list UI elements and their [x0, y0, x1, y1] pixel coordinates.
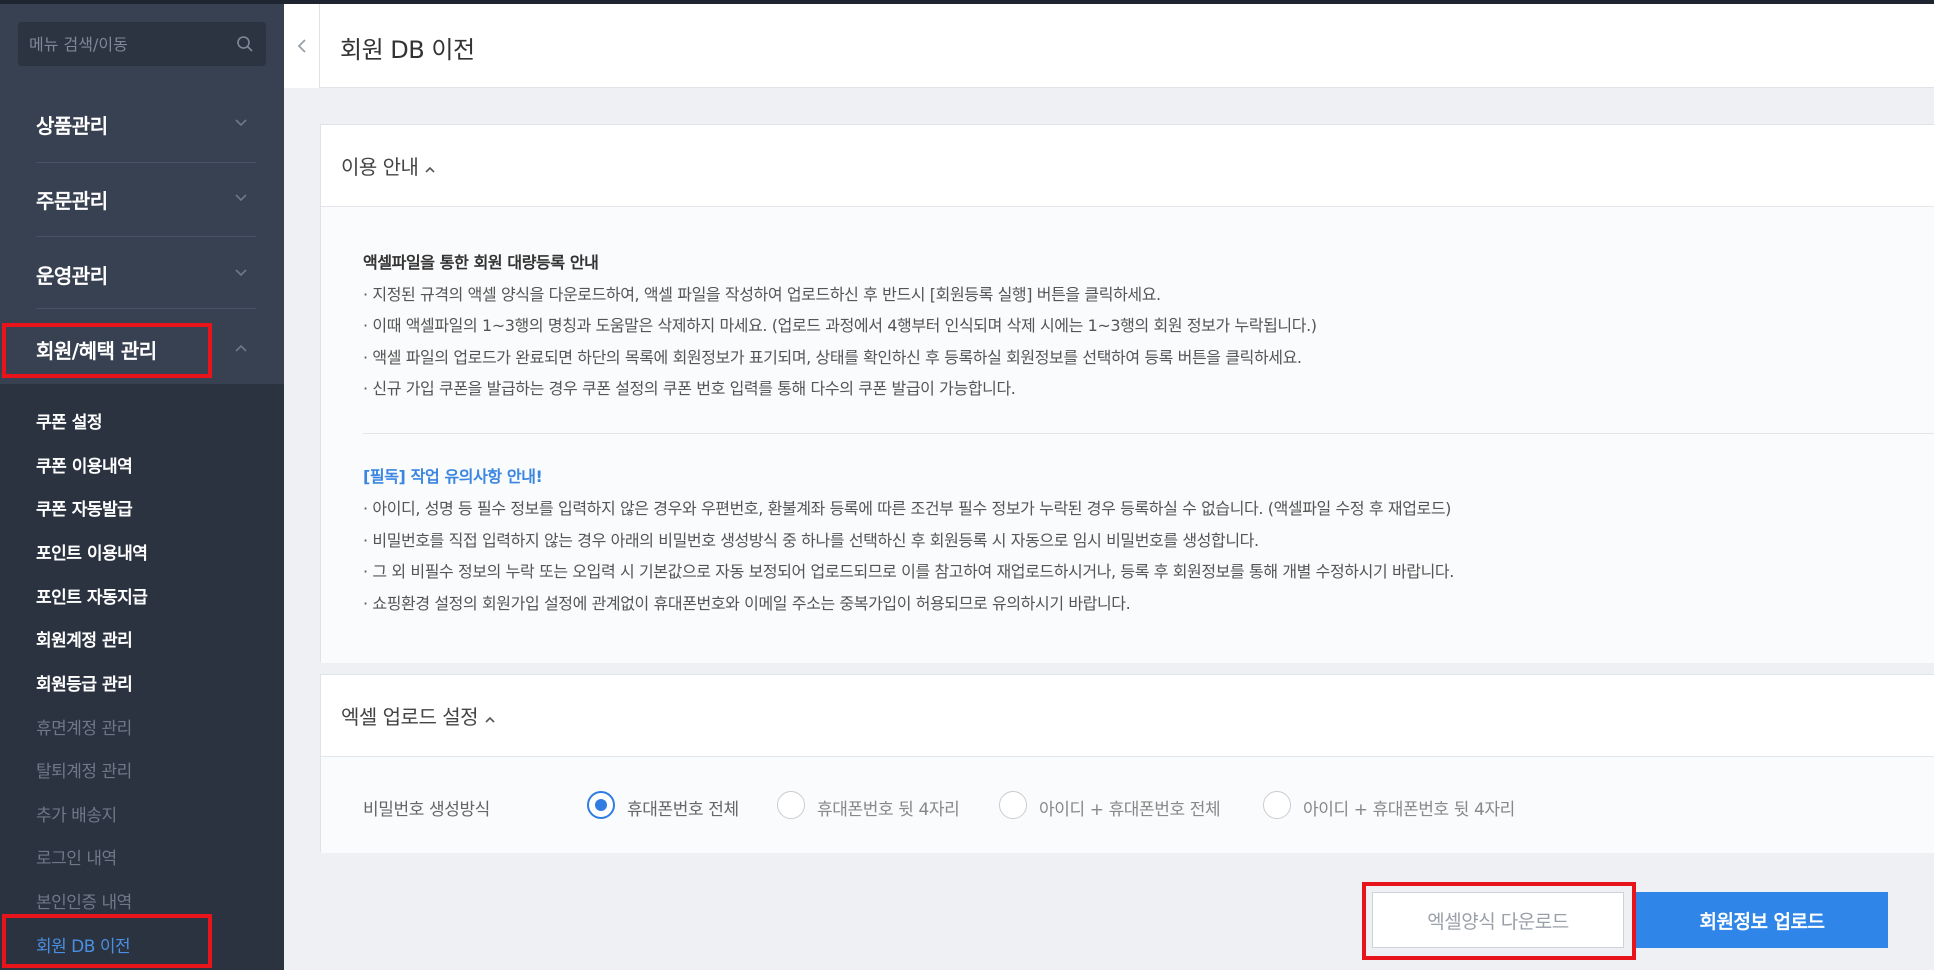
caret-up-icon: [485, 716, 495, 723]
highlight-box: [2, 323, 212, 378]
excel-upload-settings-panel: 엑셀 업로드 설정 비밀번호 생성방식 휴대폰번호 전체 휴대폰번호 뒷 4자리…: [320, 674, 1934, 853]
submenu-coupon-settings[interactable]: 쿠폰 설정: [36, 408, 102, 433]
submenu-verification-history[interactable]: 본인인증 내역: [36, 888, 132, 913]
submenu-login-history[interactable]: 로그인 내역: [36, 844, 117, 869]
notice-line: · 쇼핑환경 설정의 회원가입 설정에 관계없이 휴대폰번호와 이메일 주소는 …: [363, 594, 1131, 613]
page-title: 회원 DB 이전: [340, 36, 475, 64]
excel-upload-settings-header[interactable]: 엑셀 업로드 설정: [321, 675, 1934, 757]
menu-divider: [36, 308, 256, 309]
submenu-member-grades[interactable]: 회원등급 관리: [36, 670, 133, 695]
page-header: 회원 DB 이전: [284, 4, 1934, 88]
sidebar-menu-products[interactable]: 상품관리: [0, 88, 284, 160]
radio-id-phone-full[interactable]: [999, 791, 1027, 819]
submenu-coupon-history[interactable]: 쿠폰 이용내역: [36, 452, 133, 477]
excel-upload-settings-title: 엑셀 업로드 설정: [341, 701, 496, 730]
sidebar-collapse-button[interactable]: [284, 4, 320, 88]
member-info-upload-button[interactable]: 회원정보 업로드: [1636, 892, 1888, 948]
chevron-down-icon: [235, 194, 247, 202]
usage-guide-title: 이용 안내: [341, 151, 436, 180]
sidebar-menu-label: 주문관리: [36, 189, 108, 213]
sidebar-menu-label: 운영관리: [36, 264, 108, 288]
usage-guide-body: 액셀파일을 통한 회원 대량등록 안내 · 지정된 규격의 액셀 양식을 다운로…: [321, 207, 1934, 663]
notice-line: · 신규 가입 쿠폰을 발급하는 경우 쿠폰 설정의 쿠폰 번호 입력를 통해 …: [363, 379, 1016, 398]
notice-line: · 그 외 비필수 정보의 누락 또는 오입력 시 기본값으로 자동 보정되어 …: [363, 562, 1454, 581]
notice-line: · 액셀 파일의 업로드가 완료되면 하단의 목록에 회원정보가 표기되며, 상…: [363, 348, 1302, 367]
caret-up-icon: [425, 166, 436, 173]
notice-line: · 이때 액셀파일의 1~3행의 명칭과 도움말은 삭제하지 마세요. (업로드…: [363, 316, 1317, 335]
divider: [363, 433, 1934, 434]
radio-phone-full[interactable]: [587, 791, 615, 819]
submenu-dormant-accounts[interactable]: 휴면계정 관리: [36, 714, 132, 739]
submenu-withdrawn-accounts[interactable]: 탈퇴계정 관리: [36, 757, 132, 782]
password-method-label: 비밀번호 생성방식: [363, 800, 490, 820]
warning-notice-title: [필독] 작업 유의사항 안내!: [363, 467, 543, 486]
radio-label[interactable]: 휴대폰번호 뒷 4자리: [817, 795, 960, 820]
submenu-member-accounts[interactable]: 회원계정 관리: [36, 626, 133, 651]
radio-id-phone-last4[interactable]: [1263, 791, 1291, 819]
sidebar-menu-operations[interactable]: 운영관리: [0, 238, 284, 310]
sidebar-menu-label: 상품관리: [36, 114, 108, 138]
menu-search: [18, 22, 266, 66]
sidebar-menu-orders[interactable]: 주문관리: [0, 163, 284, 235]
notice-line: · 아이디, 성명 등 필수 정보를 입력하지 않은 경우와 우편번호, 환불계…: [363, 499, 1452, 518]
usage-guide-panel: 이용 안내 액셀파일을 통한 회원 대량등록 안내 · 지정된 규격의 액셀 양…: [320, 124, 1934, 663]
menu-divider: [36, 236, 256, 237]
radio-phone-last4[interactable]: [777, 791, 805, 819]
radio-label[interactable]: 아이디 + 휴대폰번호 뒷 4자리: [1303, 795, 1515, 820]
radio-label[interactable]: 휴대폰번호 전체: [627, 795, 739, 820]
chevron-left-icon: [297, 39, 306, 53]
submenu-coupon-auto-issue[interactable]: 쿠폰 자동발급: [36, 495, 133, 520]
submenu-point-auto-pay[interactable]: 포인트 자동지급: [36, 583, 148, 608]
menu-search-input[interactable]: [18, 22, 228, 66]
chevron-down-icon: [235, 119, 247, 127]
submenu-extra-addresses[interactable]: 추가 배송지: [36, 801, 117, 826]
chevron-down-icon: [235, 269, 247, 277]
notice-line: · 비밀번호를 직접 입력하지 않는 경우 아래의 비밀번호 생성방식 중 하나…: [363, 531, 1259, 550]
submenu-members: 쿠폰 설정 쿠폰 이용내역 쿠폰 자동발급 포인트 이용내역 포인트 자동지급 …: [0, 384, 284, 970]
highlight-box: [2, 914, 212, 968]
search-icon[interactable]: [236, 35, 254, 53]
notice-title: 액셀파일을 통한 회원 대량등록 안내: [363, 253, 599, 272]
submenu-point-history[interactable]: 포인트 이용내역: [36, 539, 148, 564]
password-method-row: 비밀번호 생성방식 휴대폰번호 전체 휴대폰번호 뒷 4자리 아이디 + 휴대폰…: [321, 757, 1934, 853]
radio-label[interactable]: 아이디 + 휴대폰번호 전체: [1039, 795, 1221, 820]
usage-guide-header[interactable]: 이용 안내: [321, 125, 1934, 207]
chevron-up-icon: [235, 344, 247, 352]
highlight-box: [1362, 882, 1636, 960]
notice-line: · 지정된 규격의 액셀 양식을 다운로드하여, 액셀 파일을 작성하여 업로드…: [363, 285, 1161, 304]
sidebar: 상품관리 주문관리 운영관리 회원/혜택 관리 쿠폰 설정 쿠폰 이용내역 쿠폰…: [0, 4, 284, 970]
